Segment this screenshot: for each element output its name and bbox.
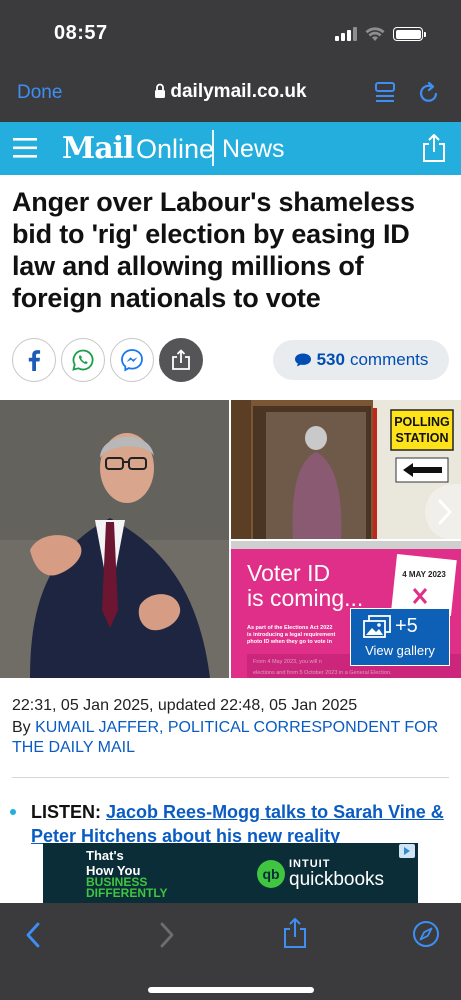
header-divider [212, 130, 214, 166]
share-icon[interactable] [282, 917, 308, 949]
voter-id-body2: is introducing a legal requirement [247, 632, 335, 638]
comment-bubble-icon [294, 353, 311, 367]
voter-id-body1: As part of the Elections Act 2022 [247, 625, 332, 631]
home-indicator[interactable] [148, 987, 314, 993]
article-byline: By Kumail Jaffer, Political Corresponden… [12, 718, 452, 758]
article-dateline: 22:31, 05 Jan 2025, updated 22:48, 05 Ja… [12, 697, 358, 714]
status-icons [335, 26, 426, 42]
chevron-right-icon [438, 499, 452, 525]
bullet-label: LISTEN: [31, 802, 101, 822]
comments-count: 530 [316, 350, 345, 369]
bullet-dot [10, 809, 16, 815]
section-name[interactable]: News [222, 135, 285, 164]
whatsapp-icon [72, 349, 94, 371]
messenger-share-button[interactable] [110, 338, 154, 382]
view-gallery-label: View gallery [365, 643, 435, 658]
related-bullet-text: LISTEN: Jacob Rees-Mogg talks to Sarah V… [31, 800, 451, 848]
messenger-icon [121, 349, 143, 372]
view-gallery-button[interactable]: +5 View gallery [350, 608, 450, 666]
polling-sign-line2: STATION [395, 431, 448, 445]
main-article-photo[interactable] [0, 400, 229, 678]
cellular-signal-icon [335, 27, 357, 41]
reload-icon[interactable] [418, 81, 440, 105]
reader-mode-icon[interactable] [374, 81, 396, 105]
wifi-icon [365, 26, 385, 41]
mail-logo[interactable]: Mail [62, 131, 134, 166]
voter-id-body3: photo ID when they go to vote in [247, 639, 333, 645]
voter-id-line1: Voter ID [247, 560, 330, 586]
site-header: Mail Online News [0, 122, 461, 175]
advertisement-banner[interactable]: That's How You BUSINESS DIFFERENTLY qb I… [43, 843, 418, 903]
more-share-button[interactable] [159, 338, 203, 382]
ad-brand: quickbooks [289, 869, 385, 890]
gallery-more-count: +5 [395, 615, 418, 637]
voter-id-line2: is coming... [247, 585, 363, 611]
facebook-icon [28, 350, 41, 371]
share-icon[interactable] [421, 133, 447, 163]
voter-id-date: 4 MAY 2023 [402, 570, 446, 579]
browser-toolbar [0, 903, 461, 1000]
content-divider [12, 777, 449, 778]
comments-label: comments [349, 350, 429, 369]
forward-arrow-icon[interactable] [156, 921, 176, 949]
browser-url-bar: Done dailymail.co.uk [0, 64, 461, 122]
battery-icon [393, 27, 426, 41]
ad-choices-triangle-icon [404, 847, 410, 855]
comments-button[interactable]: 530 comments [273, 340, 449, 380]
ad-line4: DIFFERENTLY [86, 886, 168, 900]
share-icon [172, 349, 190, 370]
speaker-photo-illustration [0, 400, 229, 678]
mail-logo-online[interactable]: Online [136, 134, 214, 165]
ad-choices-icon[interactable] [399, 844, 415, 858]
compass-icon[interactable] [412, 920, 440, 948]
facebook-share-button[interactable] [12, 338, 56, 382]
byline-author-link[interactable]: Kumail Jaffer, Political Correspondent f… [12, 719, 438, 756]
hamburger-menu-icon[interactable] [13, 137, 37, 159]
ad-line1: That's [86, 848, 124, 863]
byline-prefix: By [12, 719, 31, 736]
status-time: 08:57 [54, 22, 108, 44]
status-bar: 08:57 [0, 0, 461, 64]
quickbooks-logo-icon: qb [257, 860, 285, 888]
back-arrow-icon[interactable] [24, 921, 44, 949]
polling-sign-line1: POLLING [394, 415, 450, 429]
url-text: dailymail.co.uk [170, 81, 307, 102]
whatsapp-share-button[interactable] [61, 338, 105, 382]
article-headline: Anger over Labour's shameless bid to 'ri… [12, 187, 415, 313]
photos-icon [363, 615, 391, 638]
lock-icon [155, 83, 166, 98]
